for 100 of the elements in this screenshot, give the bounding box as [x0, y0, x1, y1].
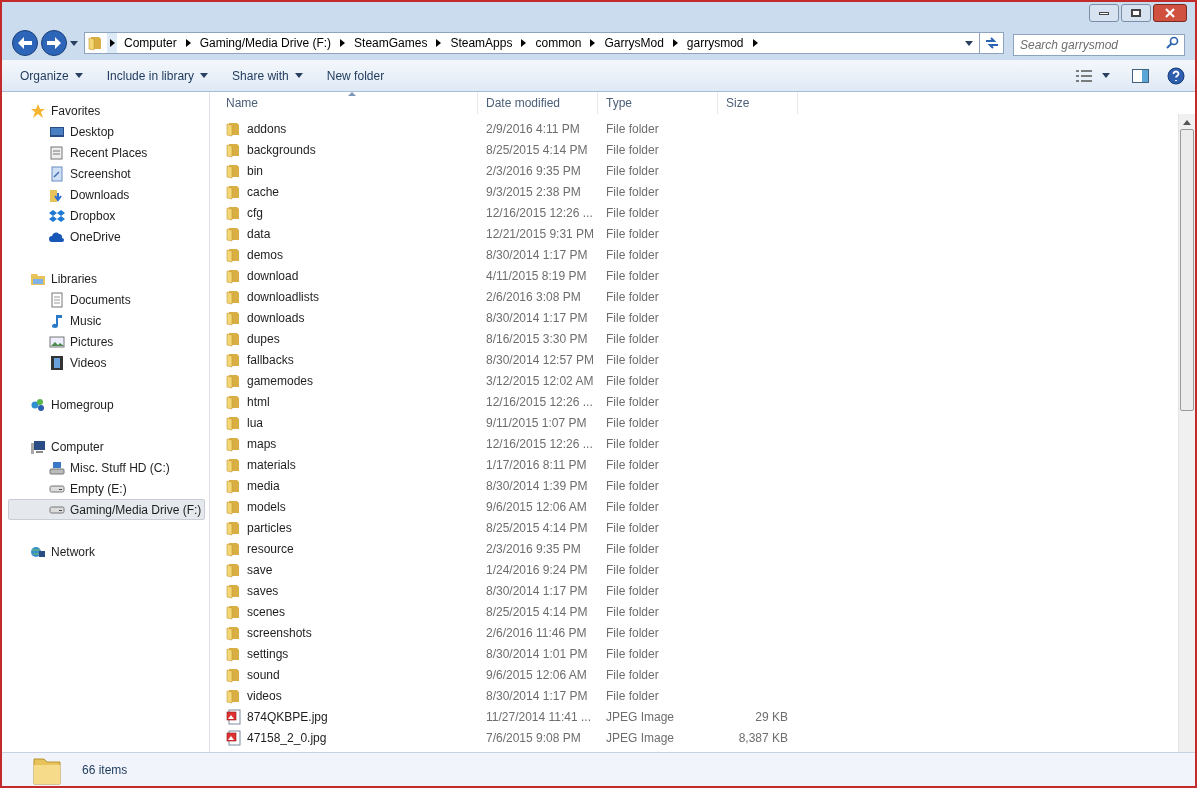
close-button[interactable] — [1153, 4, 1187, 22]
nav-item[interactable]: Gaming/Media Drive (F:) — [8, 499, 205, 520]
file-row[interactable]: media 8/30/2014 1:39 PM File folder — [226, 475, 1178, 496]
search-field[interactable]: Search garrysmod — [1013, 34, 1185, 56]
breadcrumb[interactable]: SteamApps — [447, 34, 516, 52]
computer-icon — [30, 438, 46, 455]
forward-button[interactable] — [41, 30, 67, 56]
back-button[interactable] — [12, 30, 38, 56]
file-row[interactable]: backgrounds 8/25/2015 4:14 PM File folder — [226, 139, 1178, 160]
file-row[interactable]: 47158_2_0.jpg 7/6/2015 9:08 PM JPEG Image 8,387 KB — [226, 727, 1178, 748]
file-type: File folder — [606, 645, 660, 663]
date-modified: 8/30/2014 12:57 PM — [486, 351, 596, 369]
breadcrumb[interactable]: SteamGames — [351, 34, 431, 52]
file-type: File folder — [606, 372, 660, 390]
folder-icon — [226, 456, 242, 473]
chevron-right-icon — [672, 39, 678, 47]
date-modified: 2/3/2016 9:35 PM — [486, 162, 582, 180]
homegroup-icon — [30, 396, 46, 413]
file-row[interactable]: dupes 8/16/2015 3:30 PM File folder — [226, 328, 1178, 349]
file-row[interactable]: gamemodes 3/12/2015 12:02 AM File folder — [226, 370, 1178, 391]
nav-item[interactable]: Videos — [8, 352, 205, 373]
column-header[interactable]: Type — [598, 92, 718, 114]
folder-icon — [226, 288, 242, 305]
nav-item[interactable]: Downloads — [8, 184, 205, 205]
file-row[interactable]: lua 9/11/2015 1:07 PM File folder — [226, 412, 1178, 433]
restore-button[interactable] — [1121, 4, 1151, 22]
breadcrumb[interactable]: GarrysMod — [601, 34, 667, 52]
file-row[interactable]: materials 1/17/2016 8:11 PM File folder — [226, 454, 1178, 475]
caret-icon — [200, 73, 209, 78]
nav-item[interactable]: OneDrive — [8, 226, 205, 247]
nav-item[interactable]: Computer — [8, 436, 205, 457]
date-modified: 4/11/2015 8:19 PM — [486, 267, 588, 285]
nav-item[interactable]: Documents — [8, 289, 205, 310]
nav-item[interactable]: Screenshot — [8, 163, 205, 184]
file-name: lua — [247, 414, 263, 432]
nav-item[interactable]: Recent Places — [8, 142, 205, 163]
nav-item[interactable]: Network — [8, 541, 205, 562]
file-row[interactable]: particles 8/25/2015 4:14 PM File folder — [226, 517, 1178, 538]
breadcrumb[interactable]: Computer — [121, 34, 180, 52]
nav-item[interactable]: Favorites — [8, 100, 205, 121]
nav-item[interactable]: Music — [8, 310, 205, 331]
date-modified: 2/9/2016 4:11 PM — [486, 120, 581, 138]
folder-icon — [226, 183, 242, 200]
nav-item[interactable]: Homegroup — [8, 394, 205, 415]
file-row[interactable]: 874QKBPE.jpg 11/27/2014 11:41 ... JPEG Image 29 KB — [226, 706, 1178, 727]
file-type: File folder — [606, 624, 660, 642]
nav-item[interactable]: Misc. Stuff HD (C:) — [8, 457, 205, 478]
scrollbar-thumb[interactable] — [1180, 129, 1194, 411]
date-modified: 8/30/2014 1:17 PM — [486, 582, 589, 600]
breadcrumb[interactable]: Gaming/Media Drive (F:) — [196, 34, 335, 52]
file-row[interactable]: html 12/16/2015 12:26 ... File folder — [226, 391, 1178, 412]
refresh-icon — [984, 37, 999, 49]
minimize-button[interactable] — [1089, 4, 1119, 22]
column-header[interactable]: Name — [218, 92, 478, 114]
drive-icon — [49, 505, 65, 514]
column-header[interactable]: Size — [718, 92, 798, 114]
nav-item[interactable]: Empty (E:) — [8, 478, 205, 499]
file-row[interactable]: addons 2/9/2016 4:11 PM File folder — [226, 118, 1178, 139]
file-row[interactable]: resource 2/3/2016 9:35 PM File folder — [226, 538, 1178, 559]
nav-item[interactable]: Dropbox — [8, 205, 205, 226]
file-row[interactable]: sound 9/6/2015 12:06 AM File folder — [226, 664, 1178, 685]
file-row[interactable]: bin 2/3/2016 9:35 PM File folder — [226, 160, 1178, 181]
file-row[interactable]: saves 8/30/2014 1:17 PM File folder — [226, 580, 1178, 601]
breadcrumb[interactable]: garrysmod — [683, 34, 747, 52]
file-row[interactable]: maps 12/16/2015 12:26 ... File folder — [226, 433, 1178, 454]
nav-item[interactable]: Pictures — [8, 331, 205, 352]
file-row[interactable]: scenes 8/25/2015 4:14 PM File folder — [226, 601, 1178, 622]
file-row[interactable]: save 1/24/2016 9:24 PM File folder — [226, 559, 1178, 580]
file-row[interactable]: download 4/11/2015 8:19 PM File folder — [226, 265, 1178, 286]
file-name: dupes — [247, 330, 280, 348]
folder-icon — [226, 162, 242, 179]
vertical-scrollbar[interactable] — [1178, 114, 1195, 752]
toolbar-button[interactable]: Organize — [12, 63, 91, 88]
folder-icon — [226, 351, 242, 368]
file-row[interactable]: videos 8/30/2014 1:17 PM File folder — [226, 685, 1178, 706]
file-row[interactable]: cfg 12/16/2015 12:26 ... File folder — [226, 202, 1178, 223]
file-row[interactable]: downloadlists 2/6/2016 3:08 PM File folder — [226, 286, 1178, 307]
address-bar[interactable]: Computer Gaming/Media Drive (F:) SteamGames SteamApps common GarrysMod garrysmod — [84, 32, 1004, 54]
folder-icon — [226, 435, 242, 452]
file-row[interactable]: cache 9/3/2015 2:38 PM File folder — [226, 181, 1178, 202]
nav-item[interactable]: Desktop — [8, 121, 205, 142]
file-name: cfg — [247, 204, 263, 222]
file-size: 8,387 KB — [738, 729, 788, 747]
toolbar-button[interactable]: New folder — [318, 63, 393, 88]
file-name: fallbacks — [247, 351, 294, 369]
file-row[interactable]: models 9/6/2015 12:06 AM File folder — [226, 496, 1178, 517]
file-name: videos — [247, 687, 282, 705]
file-name: cache — [247, 183, 280, 201]
toolbar-button[interactable]: Share with — [224, 63, 311, 88]
breadcrumb[interactable]: common — [532, 34, 585, 52]
file-row[interactable]: screenshots 2/6/2016 11:46 PM File folder — [226, 622, 1178, 643]
file-row[interactable]: downloads 8/30/2014 1:17 PM File folder — [226, 307, 1178, 328]
file-row[interactable]: data 12/21/2015 9:31 PM File folder — [226, 223, 1178, 244]
nav-item[interactable]: Libraries — [8, 268, 205, 289]
file-row[interactable]: demos 8/30/2014 1:17 PM File folder — [226, 244, 1178, 265]
file-row[interactable]: settings 8/30/2014 1:01 PM File folder — [226, 643, 1178, 664]
column-header[interactable]: Date modified — [478, 92, 598, 114]
toolbar-button[interactable]: Include in library — [98, 63, 217, 88]
folder-icon — [226, 267, 242, 284]
file-row[interactable]: fallbacks 8/30/2014 12:57 PM File folder — [226, 349, 1178, 370]
